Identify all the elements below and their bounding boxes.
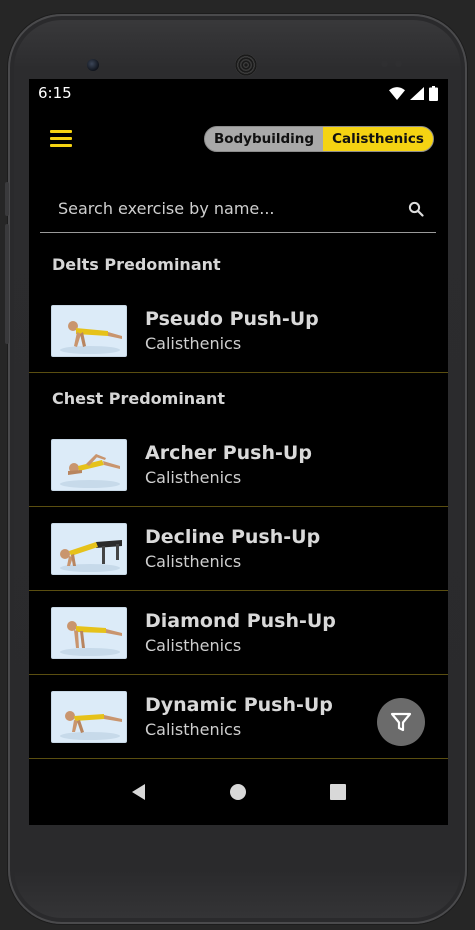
side-button [5,224,9,344]
status-bar: 6:15 [29,79,448,107]
exercise-item-pseudo-push-up[interactable]: Pseudo Push-Up Calisthenics [29,289,448,373]
status-time: 6:15 [38,84,72,102]
diamond-push-up-thumbnail [51,606,127,659]
section-title-delts: Delts Predominant [52,255,221,274]
exercise-name: Pseudo Push-Up [145,308,319,330]
exercise-name: Dynamic Push-Up [145,694,333,716]
battery-icon [429,85,438,101]
search-icon[interactable] [396,201,436,217]
home-circle-icon[interactable] [223,777,253,807]
status-icons [389,85,438,101]
wifi-icon [389,86,405,100]
exercise-name: Decline Push-Up [145,526,321,548]
exercise-category: Calisthenics [145,636,242,655]
recents-square-icon[interactable] [323,777,353,807]
toggle-calisthenics[interactable]: Calisthenics [323,127,433,151]
app-screen: 6:15 Bodybuilding Calisthenics Search ex… [29,79,448,825]
cell-signal-icon [410,86,424,100]
exercise-item-archer-push-up[interactable]: Archer Push-Up Calisthenics [29,423,448,507]
mode-toggle: Bodybuilding Calisthenics [204,126,434,152]
filter-icon [390,712,412,732]
exercise-category: Calisthenics [145,334,242,353]
search-input[interactable] [40,199,396,218]
section-title-chest: Chest Predominant [52,389,226,408]
exercise-category: Calisthenics [145,468,242,487]
system-nav-bar [29,759,448,825]
hamburger-menu-icon[interactable] [50,130,72,147]
light-sensor [395,60,402,67]
exercise-name: Diamond Push-Up [145,610,336,632]
dynamic-push-up-thumbnail [51,690,127,743]
volume-button [5,182,9,216]
exercise-item-decline-push-up[interactable]: Decline Push-Up Calisthenics [29,507,448,591]
pseudo-push-up-thumbnail [51,304,127,357]
exercise-item-diamond-push-up[interactable]: Diamond Push-Up Calisthenics [29,591,448,675]
app-bar: Bodybuilding Calisthenics [29,107,448,171]
decline-push-up-thumbnail [51,522,127,575]
search-bar [40,185,436,233]
archer-push-up-thumbnail [51,438,127,491]
exercise-name: Archer Push-Up [145,442,312,464]
exercise-category: Calisthenics [145,552,242,571]
exercise-category: Calisthenics [145,720,242,739]
filter-button[interactable] [377,698,425,746]
earpiece-speaker [235,54,257,76]
back-triangle-icon[interactable] [124,777,154,807]
proximity-sensor [381,60,388,67]
toggle-bodybuilding[interactable]: Bodybuilding [205,127,323,151]
front-camera [87,59,99,71]
